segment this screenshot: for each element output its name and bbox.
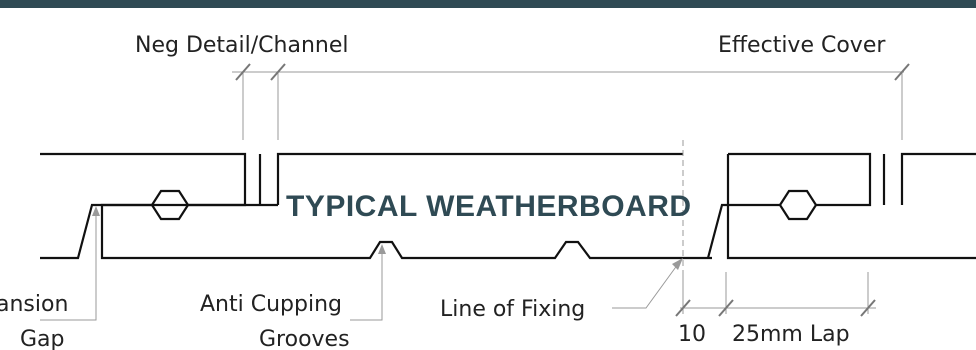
- effective-cover-label: Effective Cover: [718, 33, 886, 58]
- expansion-gap-label-line2: Gap: [20, 327, 65, 350]
- anti-cupping-label-line1: Anti Cupping: [200, 292, 342, 317]
- dim-10-label: 10: [678, 322, 706, 347]
- lap-dimension: [675, 272, 876, 317]
- right-board: [706, 152, 976, 260]
- anti-cupping-label-line2: Grooves: [259, 327, 350, 350]
- diagram-canvas: Neg Detail/Channel Effective Cover TYPIC…: [0, 0, 976, 350]
- weatherboard-diagram: Neg Detail/Channel Effective Cover TYPIC…: [0, 33, 976, 350]
- effective-cover-dimension: [232, 63, 910, 140]
- leader-lines: [40, 206, 683, 321]
- lap-label: 25mm Lap: [732, 322, 850, 347]
- line-of-fixing-label: Line of Fixing: [440, 297, 585, 322]
- diagram-title: TYPICAL WEATHERBOARD: [286, 190, 692, 223]
- right-fixing-hexagon: [778, 189, 818, 221]
- neg-detail-label: Neg Detail/Channel: [135, 33, 349, 58]
- expansion-gap-label-line1: ansion: [0, 292, 68, 317]
